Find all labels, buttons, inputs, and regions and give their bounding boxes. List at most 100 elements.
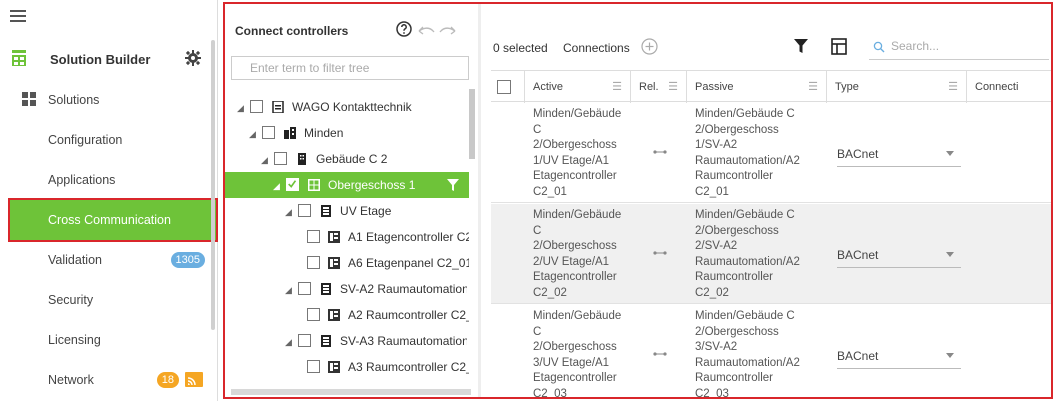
expand-arrow-icon[interactable]: ◢ [237,95,247,120]
select-all-checkbox[interactable] [497,80,511,94]
tree-node-label: A3 Raumcontroller C2_ [348,360,469,374]
tree-node[interactable]: A2 Raumcontroller C2_ [307,302,469,328]
expand-arrow-icon[interactable]: ◢ [273,173,283,198]
tree-node-selected[interactable]: ◢ Obergeschoss 1 [225,172,469,198]
expand-arrow-icon[interactable]: ◢ [285,277,295,302]
sidebar-item-network[interactable]: Network 18 [10,360,215,400]
table-row[interactable]: Minden/Gebäude C 2/Obergeschoss 1/UV Eta… [491,103,1051,203]
expand-arrow-icon[interactable]: ◢ [261,147,271,172]
relation-icon [653,150,667,154]
tree-node[interactable]: ◢ Minden [249,120,467,146]
tree-node-checkbox[interactable] [307,360,320,374]
select-underline [837,267,961,268]
selected-count: 0 selected [493,41,548,55]
type-select[interactable]: BACnet [837,248,878,262]
sidebar-item-validation[interactable]: Validation 1305 [10,240,215,280]
floor-icon [307,178,320,191]
connections-title: Connections [563,41,630,55]
city-icon [283,126,296,139]
connections-panel: 0 selected Connections Search... Active … [481,4,1051,397]
column-header-active[interactable]: Active ☰ [525,71,631,103]
menu-icon[interactable] [10,10,26,24]
tree-scrollbar[interactable] [469,89,475,159]
passive-cell: Minden/Gebäude C 2/Obergeschoss 3/SV-A2 … [695,310,800,397]
column-header-label: Type [835,81,859,93]
expand-arrow-icon[interactable]: ◢ [285,329,295,354]
tree-node[interactable]: ◢ WAGO Kontakttechnik [237,94,467,120]
tree-node[interactable]: ◢ UV Etage [285,198,467,224]
column-header-rel[interactable]: Rel. ☰ [631,71,687,103]
chevron-down-icon[interactable] [946,252,954,257]
gear-icon[interactable] [185,50,201,66]
search-icon [873,41,885,53]
column-menu-icon[interactable]: ☰ [808,71,818,103]
table-row[interactable]: Minden/Gebäude C 2/Obergeschoss 3/UV Eta… [491,305,1051,397]
tree-node-checkbox[interactable] [298,282,312,296]
sidebar-item-label: Cross Communication [48,213,171,227]
column-header-label: Passive [695,81,734,93]
select-all-header [491,71,525,103]
tree-node[interactable]: ◢ SV-A2 Raumautomation [285,276,467,302]
passive-cell: Minden/Gebäude C 2/Obergeschoss 2/SV-A2 … [695,209,800,299]
table-row[interactable]: Minden/Gebäude C 2/Obergeschoss 2/UV Eta… [491,204,1051,304]
column-header-type[interactable]: Type ☰ [827,71,967,103]
tree-node-checkbox[interactable] [262,126,276,140]
tree-node-checkbox[interactable] [250,100,264,114]
tree-node[interactable]: ◢ Gebäude C 2 [261,146,467,172]
column-chooser-icon[interactable] [831,38,847,55]
tree-node[interactable]: A1 Etagencontroller C2 [307,224,469,250]
sidebar-header: Solution Builder [0,40,210,76]
tree-node-checkbox[interactable] [298,204,312,218]
add-connection-icon[interactable] [641,38,658,55]
tree-node[interactable]: A6 Etagenpanel C2_01 [307,250,469,276]
help-icon[interactable] [396,21,412,37]
sidebar-item-label: Configuration [48,133,123,147]
tree-horizontal-scrollbar[interactable] [231,389,471,395]
tree-node-checkbox[interactable] [307,230,320,244]
tree-node-checkbox[interactable] [307,308,320,322]
solutions-icon [22,92,36,106]
tree-filter-input[interactable] [231,56,469,80]
solution-builder-logo-icon [12,50,26,66]
tree-node[interactable]: A3 Raumcontroller C2_ [307,354,469,380]
tree-node-label: A1 Etagencontroller C2 [348,230,469,244]
sidebar-item-solutions[interactable]: Solutions [10,80,215,120]
sidebar-item-configuration[interactable]: Configuration [10,120,215,160]
column-menu-icon[interactable]: ☰ [612,71,622,103]
sidebar-item-label: Security [48,293,94,307]
sidebar-item-licensing[interactable]: Licensing [10,320,215,360]
sidebar-item-label: Licensing [48,333,101,347]
network-count-badge: 18 [156,372,179,388]
expand-arrow-icon[interactable]: ◢ [285,199,295,224]
column-header-passive[interactable]: Passive ☰ [687,71,827,103]
sidebar-item-security[interactable]: Security [10,280,215,320]
chevron-down-icon[interactable] [946,353,954,358]
connections-search-input[interactable] [889,36,1039,56]
filter-icon[interactable] [794,39,808,53]
sidebar-scrollbar[interactable] [211,40,215,330]
passive-cell: Minden/Gebäude C 2/Obergeschoss 1/SV-A2 … [695,108,800,198]
active-cell: Minden/Gebäude C 2/Obergeschoss 3/UV Eta… [533,310,622,397]
sidebar-item-label: Validation [48,253,102,267]
column-header-connection[interactable]: Connecti [967,71,1051,103]
tree-node-label: Gebäude C 2 [316,152,388,166]
undo-icon[interactable] [417,25,435,35]
sidebar-item-cross-communication[interactable]: Cross Communication [8,198,218,242]
tree-node[interactable]: ◢ SV-A3 Raumautomation [285,328,467,354]
sidebar-item-applications[interactable]: Applications [10,160,215,200]
type-select[interactable]: BACnet [837,147,878,161]
cabinet-icon [320,282,331,295]
redo-icon[interactable] [439,25,457,35]
tree-node-checkbox[interactable] [307,256,320,270]
building-icon [297,152,306,165]
chevron-down-icon[interactable] [946,151,954,156]
tree-title: Connect controllers [235,24,349,38]
type-select[interactable]: BACnet [837,349,878,363]
expand-arrow-icon[interactable]: ◢ [249,121,259,146]
tree-node-checkbox-checked[interactable] [286,178,300,192]
tree-node-checkbox[interactable] [298,334,312,348]
column-menu-icon[interactable]: ☰ [668,71,678,103]
filter-icon[interactable] [447,179,459,191]
column-menu-icon[interactable]: ☰ [948,71,958,103]
tree-node-checkbox[interactable] [274,152,288,166]
